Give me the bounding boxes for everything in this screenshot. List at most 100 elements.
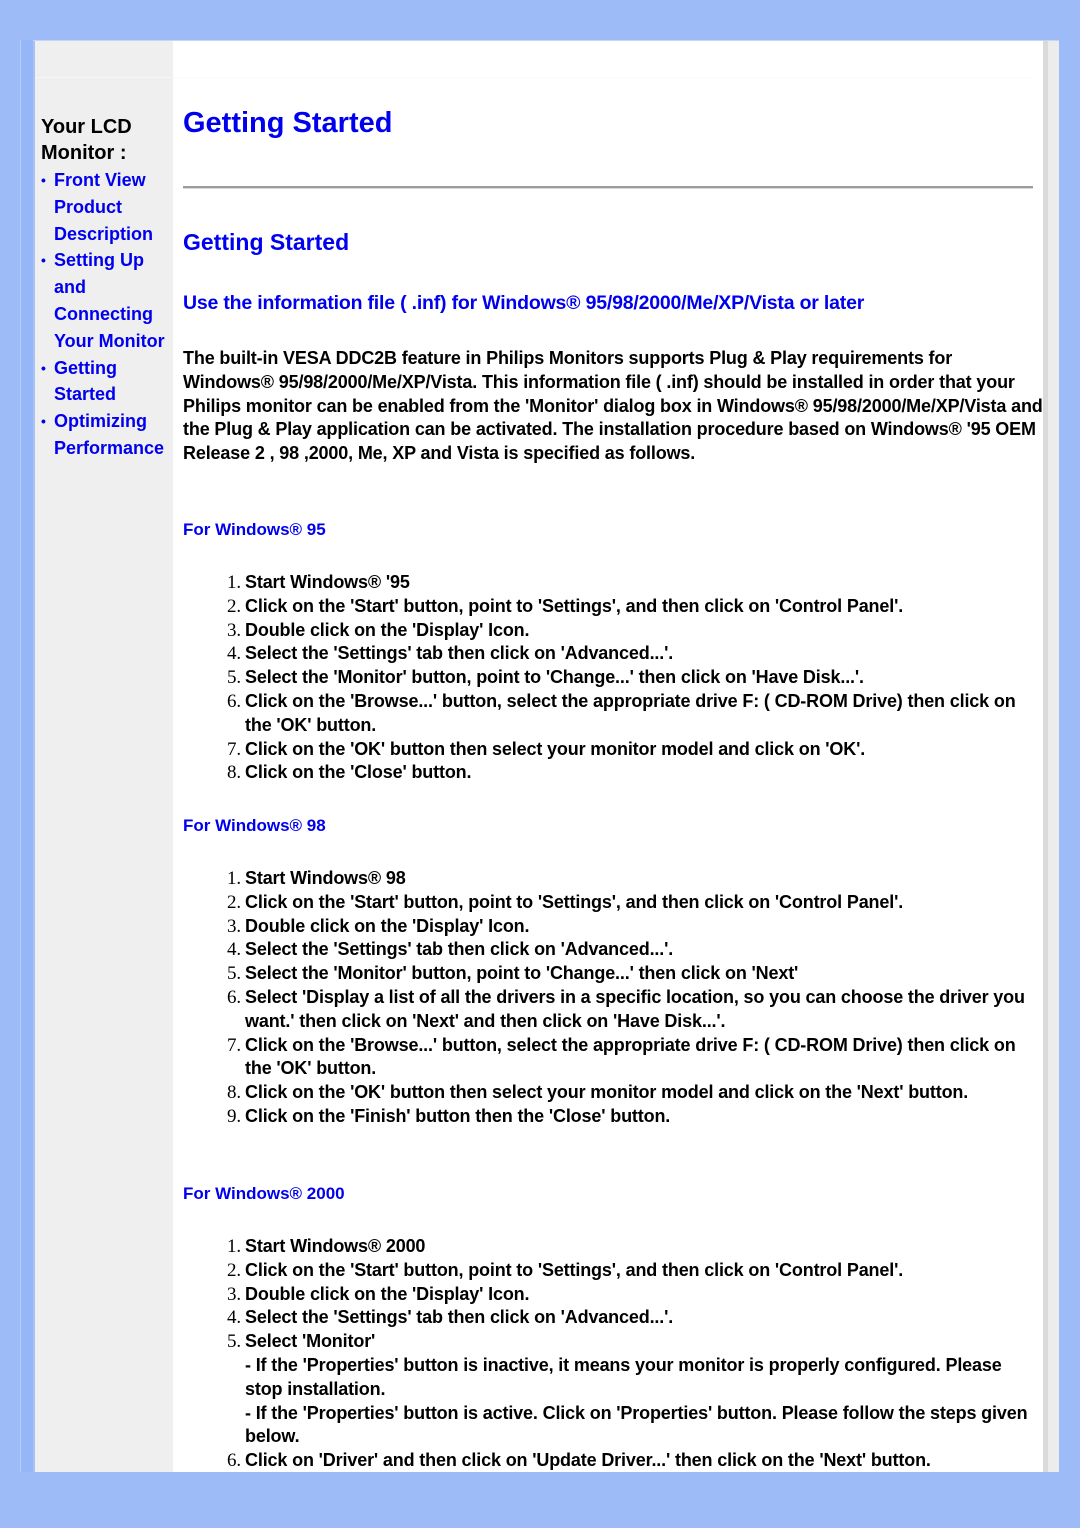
sidebar-title: Your LCD Monitor : xyxy=(41,116,132,164)
bullet-icon: • xyxy=(41,172,46,188)
step-item: 1. Start Windows® 98 xyxy=(183,867,1033,891)
step-text: Select the 'Settings' tab then click on … xyxy=(245,643,674,664)
step-item: 7. Click on the 'OK' button then select y… xyxy=(183,738,1033,762)
step-item: 4. Select the 'Settings' tab then click o… xyxy=(183,938,1033,962)
step-item: 3. Double click on the 'Display' Icon. xyxy=(183,915,1033,939)
step-text: Click on the 'Browse...' button, select … xyxy=(245,690,1016,735)
left-frame-strip xyxy=(20,40,33,1472)
step-text: Click on the 'Start' button, point to 'S… xyxy=(245,595,904,616)
step-text: Click on the 'OK' button then select you… xyxy=(245,738,866,759)
step-text: Double click on the 'Display' Icon. xyxy=(245,619,530,640)
step-number: 7. xyxy=(227,1034,241,1056)
step-item: 6. Click on the 'Browse...' button, selec… xyxy=(183,690,1033,738)
step-item: 5. Select the 'Monitor' button, point to … xyxy=(183,962,1033,986)
sidebar-link-optimizing[interactable]: Optimizing Performance xyxy=(54,411,164,458)
windows-95-heading: For Windows® 95 xyxy=(183,520,326,539)
step-number: 9. xyxy=(227,1105,241,1127)
step-text: Click on the 'OK' button then select you… xyxy=(245,1082,969,1103)
step-item: 2. Click on the 'Start' button, point to … xyxy=(183,1259,1033,1283)
step-number: 4. xyxy=(227,643,241,665)
sidebar-item-setting-up: • Setting Up and Connecting Your Monitor xyxy=(39,247,179,354)
step-text: Click on the 'Browse...' button, select … xyxy=(245,1034,1016,1079)
step-item: 2. Click on the 'Start' button, point to … xyxy=(183,595,1033,619)
step-number: 1. xyxy=(227,868,241,889)
step-text: Select the 'Monitor' button, point to 'C… xyxy=(245,667,864,688)
section-title: Getting Started xyxy=(183,229,350,255)
sidebar-link-front-view[interactable]: Front View Product Description xyxy=(54,170,153,244)
step-number: 5. xyxy=(227,1331,241,1353)
step-text: Click on 'Driver' and then click on 'Upd… xyxy=(245,1450,931,1471)
step-item: 2. Click on the 'Start' button, point to … xyxy=(183,891,1033,915)
step-text: Select the 'Settings' tab then click on … xyxy=(245,1307,674,1328)
step-number: 3. xyxy=(227,1283,241,1305)
step-text: Select 'Monitor' xyxy=(245,1331,376,1352)
step-number: 6. xyxy=(227,690,241,712)
sidebar: Your LCD Monitor : • Front View Product … xyxy=(33,41,173,1472)
sidebar-link-getting-started[interactable]: Getting Started xyxy=(54,358,117,405)
step-number: 1. xyxy=(227,1236,241,1257)
bullet-icon: • xyxy=(41,359,46,376)
step-text: Select the 'Monitor' button, point to 'C… xyxy=(245,963,799,984)
step-number: 7. xyxy=(227,738,241,760)
main-top-divider xyxy=(173,77,1031,78)
step-number: 1. xyxy=(227,572,241,593)
step-text: Click on the 'Start' button, point to 'S… xyxy=(245,891,904,912)
sidebar-item-getting-started: • Getting Started xyxy=(39,355,179,409)
step-item: 9. Click on the 'Finish' button then the … xyxy=(183,1105,1033,1129)
step-text: Click on the 'Start' button, point to 'S… xyxy=(245,1259,904,1280)
horizontal-rule xyxy=(183,186,1033,189)
windows-98-steps: 1. Start Windows® 98 2. Click on the 'Star… xyxy=(183,867,1033,1129)
step-number: 5. xyxy=(227,963,241,985)
step-text: Start Windows® 2000 xyxy=(245,1236,426,1256)
step-number: 4. xyxy=(227,1307,241,1329)
step-note: - If the 'Properties' button is active. … xyxy=(245,1402,1028,1447)
step-number: 6. xyxy=(227,1450,241,1472)
step-text: Click on the 'Close' button. xyxy=(245,762,472,783)
step-number: 6. xyxy=(227,986,241,1008)
step-item: 1. Start Windows® '95 xyxy=(183,571,1033,595)
windows-2000-steps: 1. Start Windows® 2000 2. Click on the 'St… xyxy=(183,1235,1033,1473)
step-text: Start Windows® '95 xyxy=(245,572,410,592)
step-number: 5. xyxy=(227,667,241,689)
page-frame: Your LCD Monitor : • Front View Product … xyxy=(33,40,1059,1472)
step-number: 2. xyxy=(227,1259,241,1281)
windows-2000-heading: For Windows® 2000 xyxy=(183,1184,345,1203)
step-item: 1. Start Windows® 2000 xyxy=(183,1235,1033,1259)
step-text: Select 'Display a list of all the driver… xyxy=(245,986,1025,1031)
step-item: 5. Select the 'Monitor' button, point to … xyxy=(183,666,1033,690)
sidebar-divider xyxy=(35,77,173,78)
sidebar-link-setting-up[interactable]: Setting Up and Connecting Your Monitor xyxy=(54,250,165,350)
step-text: Double click on the 'Display' Icon. xyxy=(245,1283,530,1304)
sidebar-item-optimizing: • Optimizing Performance xyxy=(39,408,179,462)
sidebar-item-front-view: • Front View Product Description xyxy=(39,167,179,247)
step-item: 5. Select 'Monitor' - If the 'Properties'… xyxy=(183,1330,1033,1449)
inf-file-heading: Use the information file ( .inf) for Win… xyxy=(183,292,865,314)
step-number: 2. xyxy=(227,595,241,617)
step-item: 6. Select 'Display a list of all the driv… xyxy=(183,986,1033,1034)
right-frame-strip xyxy=(1043,41,1059,1472)
step-number: 3. xyxy=(227,915,241,937)
step-number: 4. xyxy=(227,939,241,961)
step-item: 4. Select the 'Settings' tab then click o… xyxy=(183,1306,1033,1330)
step-item: 3. Double click on the 'Display' Icon. xyxy=(183,1283,1033,1307)
step-number: 3. xyxy=(227,619,241,641)
step-number: 2. xyxy=(227,891,241,913)
step-item: 7. Click on the 'Browse...' button, selec… xyxy=(183,1034,1033,1082)
step-item: 3. Double click on the 'Display' Icon. xyxy=(183,619,1033,643)
step-item: 6. Click on 'Driver' and then click on 'U… xyxy=(183,1449,1033,1473)
step-note: - If the 'Properties' button is inactive… xyxy=(245,1354,1002,1399)
bullet-icon: • xyxy=(41,413,46,430)
step-text: Start Windows® 98 xyxy=(245,868,406,888)
step-item: 4. Select the 'Settings' tab then click o… xyxy=(183,642,1033,666)
step-text: Double click on the 'Display' Icon. xyxy=(245,915,530,936)
step-text: Select the 'Settings' tab then click on … xyxy=(245,939,674,960)
step-text: Click on the 'Finish' button then the 'C… xyxy=(245,1105,671,1126)
windows-98-heading: For Windows® 98 xyxy=(183,816,326,835)
bullet-icon: • xyxy=(41,252,46,269)
windows-95-steps: 1. Start Windows® '95 2. Click on the 'Sta… xyxy=(183,571,1033,785)
page-title: Getting Started xyxy=(183,107,393,139)
intro-paragraph: The built-in VESA DDC2B feature in Phili… xyxy=(183,348,1043,464)
step-item: 8. Click on the 'Close' button. xyxy=(183,761,1033,785)
sidebar-nav: • Front View Product Description • Setti… xyxy=(39,167,179,462)
step-number: 8. xyxy=(227,1082,241,1104)
